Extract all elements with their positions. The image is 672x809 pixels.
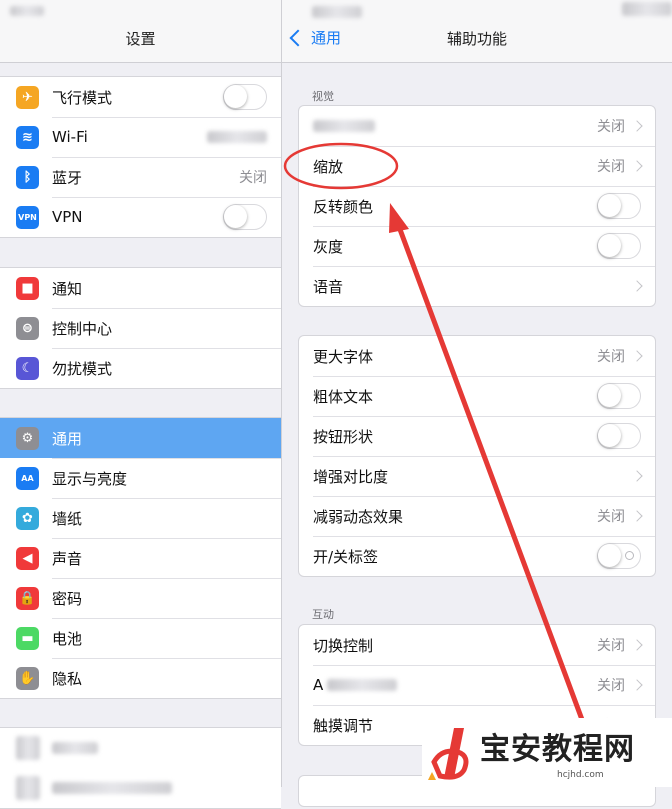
watermark-url: hcjhd.com xyxy=(557,770,604,780)
watermark-text: 宝安教程网 xyxy=(480,732,635,767)
annotation-arrow xyxy=(395,221,587,728)
watermark: 宝安教程网 hcjhd.com xyxy=(422,718,672,787)
watermark-logo-icon xyxy=(428,728,469,780)
arrow-head xyxy=(389,203,409,233)
highlight-circle xyxy=(283,142,399,190)
annotation-overlay xyxy=(283,142,587,728)
